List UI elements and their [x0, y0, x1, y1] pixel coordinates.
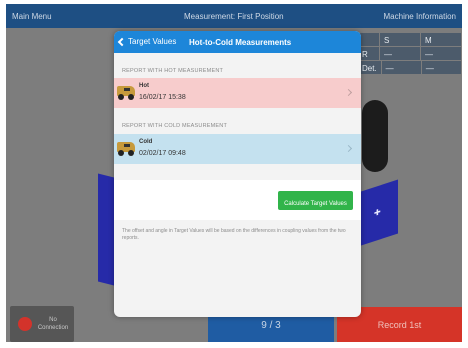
main-menu-link[interactable]: Main Menu [12, 12, 52, 21]
grid-header-cell [358, 33, 380, 47]
back-button[interactable]: Target Values [117, 37, 177, 47]
grid-cell: — [380, 47, 421, 61]
cold-report-date: 02/02/17 09:48 [139, 150, 186, 157]
grid-row-label: Det. [358, 61, 382, 75]
machine-information-link[interactable]: Machine Information [384, 12, 456, 21]
tire-graphic [362, 100, 388, 172]
grid-header-row: S M [358, 33, 462, 47]
back-chevron-icon [117, 37, 127, 47]
grid-cell: — [381, 61, 422, 75]
hot-report-date: 16/02/17 15:38 [139, 94, 186, 101]
connection-status[interactable]: No Connection [10, 306, 74, 342]
grid-header-cell: S [380, 33, 421, 47]
footnote-text: The offset and angle in Target Values wi… [122, 228, 346, 241]
cold-section-label: REPORT WITH COLD MEASUREMENT [122, 123, 228, 129]
hot-section-label: REPORT WITH HOT MEASUREMENT [122, 68, 224, 74]
no-connection-label: No Connection [37, 317, 69, 331]
hot-report-row[interactable]: Hot 16/02/17 15:38 [114, 78, 361, 108]
screen-title: Measurement: First Position [184, 12, 284, 21]
calculate-target-values-button[interactable]: Calculate Target Values [278, 191, 353, 210]
machine-block-right: ✚ [358, 179, 398, 247]
plus-icon: ✚ [374, 207, 381, 219]
grid-cell: — [421, 61, 462, 75]
cold-report-name: Cold [139, 139, 153, 145]
grid-header-cell: M [421, 33, 462, 47]
grid-cell: — [421, 47, 462, 61]
chevron-right-icon [344, 144, 353, 153]
modal-header: Target Values Hot-to-Cold Measurements [114, 31, 361, 53]
grid-row: R — — [358, 47, 462, 61]
value-grid: S M R — — Det. — — [358, 33, 462, 75]
grid-row: Det. — — [358, 61, 462, 75]
grid-row-label: R [358, 47, 380, 61]
modal-title: Hot-to-Cold Measurements [189, 38, 292, 47]
chevron-right-icon [344, 88, 353, 97]
top-bar: Main Menu Measurement: First Position Ma… [6, 4, 462, 28]
action-panel: Calculate Target Values [114, 180, 361, 220]
back-button-label: Target Values [128, 37, 177, 46]
cold-report-row[interactable]: Cold 02/02/17 09:48 [114, 134, 361, 164]
hot-to-cold-modal: Target Values Hot-to-Cold Measurements R… [114, 31, 361, 317]
car-icon [117, 142, 135, 156]
car-icon [117, 86, 135, 100]
hot-report-name: Hot [139, 83, 149, 89]
record-dot-icon [18, 317, 32, 331]
